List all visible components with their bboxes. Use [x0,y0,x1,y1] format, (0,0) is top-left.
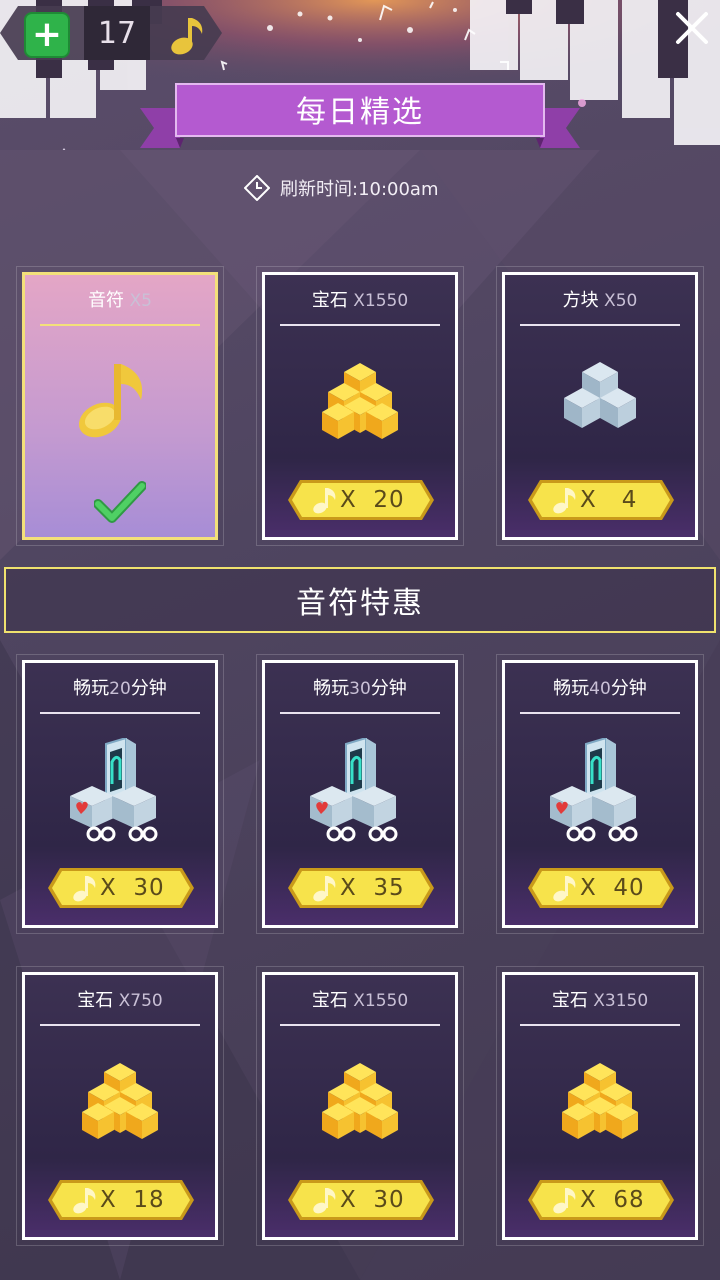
gem-icon [550,1050,650,1150]
offers-card[interactable]: 畅玩20分钟 X 30 [16,654,224,934]
close-icon [676,12,708,44]
section-title: 音符特惠 [4,567,716,633]
item-name: 方块 [562,290,599,311]
check-icon [93,480,147,524]
add-notes-button[interactable]: + [24,12,70,58]
card-divider [520,1024,680,1026]
item-quantity: X1550 [347,291,409,311]
price-label: X 4 [580,487,638,513]
price-button[interactable]: X 68 [528,1180,674,1220]
card-title: 方块 X50 [502,286,698,312]
note-icon [70,350,170,450]
price-label: X 35 [340,875,405,901]
offers-card[interactable]: 宝石 X3150 X 68 [496,966,704,1246]
gem-icon [310,1050,410,1150]
price-label: X 30 [340,1187,405,1213]
card-title: 宝石 X750 [22,986,218,1012]
item-quantity: 40 [589,679,611,699]
robot-icon [540,736,660,848]
item-quantity: X5 [124,291,152,311]
price-label: X 20 [340,487,405,513]
clock-icon [244,175,270,201]
card-divider [40,324,200,326]
daily-card[interactable]: 音符 X5 [16,266,224,546]
daily-card[interactable]: 宝石 X1550 X 20 [256,266,464,546]
item-quantity: X3150 [587,991,649,1011]
price-button[interactable]: X 35 [288,868,434,908]
item-quantity: X1550 [347,991,409,1011]
offers-card[interactable]: 宝石 X750 X 18 [16,966,224,1246]
cube-icon [550,350,650,450]
item-name: 畅玩 [553,678,590,699]
item-name: 宝石 [311,290,348,311]
item-quantity: X750 [113,991,163,1011]
item-quantity: 20 [109,679,131,699]
plus-icon: + [31,14,63,55]
card-divider [520,712,680,714]
refresh-label: 刷新时间:10:00am [280,179,439,200]
card-divider [40,712,200,714]
price-label: X 30 [100,875,165,901]
item-name: 畅玩 [73,678,110,699]
card-title: 宝石 X3150 [502,986,698,1012]
robot-icon [60,736,180,848]
price-label: X 68 [580,1187,645,1213]
price-button[interactable]: X 18 [48,1180,194,1220]
offers-card[interactable]: 宝石 X1550 X 30 [256,966,464,1246]
item-unit: 分钟 [130,678,167,699]
daily-card[interactable]: 方块 X50 X 4 [496,266,704,546]
card-divider [40,1024,200,1026]
card-divider [280,712,440,714]
item-unit: 分钟 [370,678,407,699]
close-button[interactable] [664,0,720,56]
offers-card[interactable]: 畅玩30分钟 X 35 [256,654,464,934]
price-button[interactable]: X 40 [528,868,674,908]
card-title: 宝石 X1550 [262,986,458,1012]
card-title: 畅玩40分钟 [502,674,698,700]
card-title: 畅玩20分钟 [22,674,218,700]
item-name: 宝石 [551,990,588,1011]
robot-icon [300,736,420,848]
offers-card[interactable]: 畅玩40分钟 X 40 [496,654,704,934]
price-label: X 40 [580,875,645,901]
gem-icon [310,350,410,450]
price-button[interactable]: X 30 [288,1180,434,1220]
item-quantity: 30 [349,679,371,699]
card-title: 畅玩30分钟 [262,674,458,700]
card-title: 宝石 X1550 [262,286,458,312]
card-divider [280,324,440,326]
item-unit: 分钟 [610,678,647,699]
item-quantity: X50 [598,291,638,311]
card-title: 音符 X5 [22,286,218,312]
refresh-time: 刷新时间:10:00am [244,174,439,202]
item-name: 宝石 [311,990,348,1011]
page-title: 每日精选 [296,95,424,130]
card-divider [520,324,680,326]
price-label: X 18 [100,1187,165,1213]
price-button[interactable]: X 4 [528,480,674,520]
gold-note-icon [171,18,203,55]
item-name: 畅玩 [313,678,350,699]
item-name: 音符 [88,290,125,311]
note-count: 17 [84,6,150,60]
price-button[interactable]: X 20 [288,480,434,520]
card-divider [280,1024,440,1026]
gem-icon [70,1050,170,1150]
item-name: 宝石 [77,990,114,1011]
price-button[interactable]: X 30 [48,868,194,908]
